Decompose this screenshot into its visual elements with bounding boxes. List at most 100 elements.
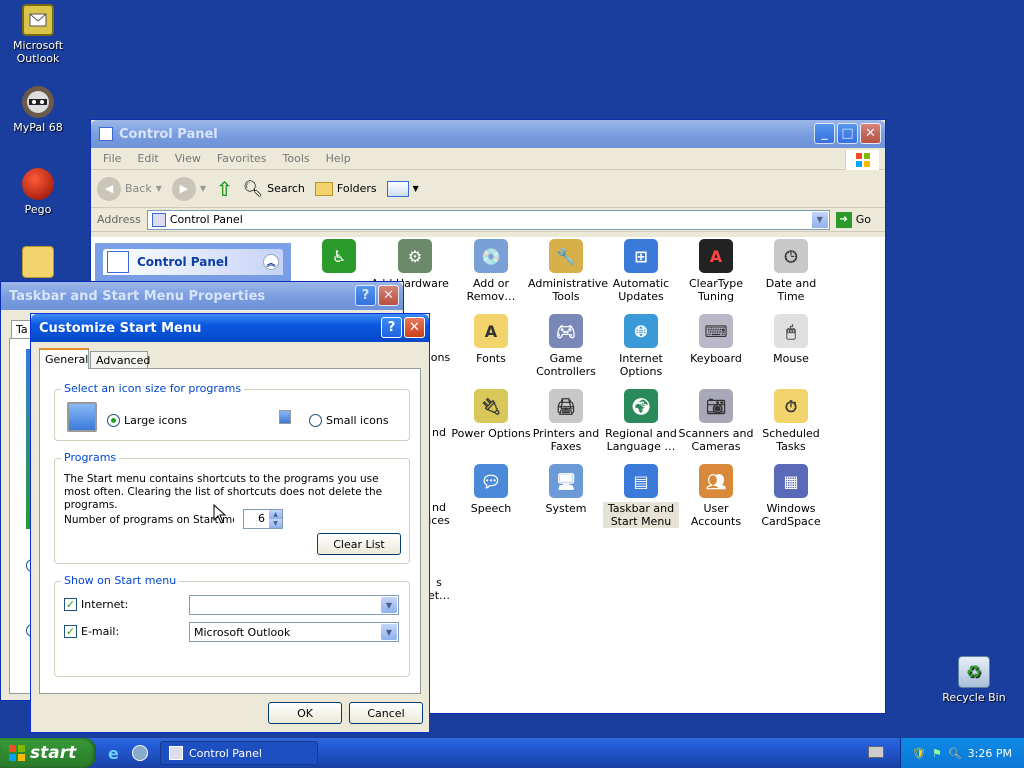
- cp-item-internet-options[interactable]: 🌐︎ Internet Options: [603, 314, 679, 378]
- task-control-panel[interactable]: Control Panel: [160, 741, 318, 765]
- large-icons-radio[interactable]: Large icons: [107, 414, 187, 427]
- desktop-icon-pego[interactable]: Pego: [0, 168, 76, 216]
- cp-item-label: Administrative Tools: [528, 277, 609, 303]
- cp-item-date-time[interactable]: 🕒︎ Date and Time: [753, 239, 829, 303]
- cp-item-regional-language[interactable]: 🌍︎ Regional and Language …: [603, 389, 679, 453]
- help-button[interactable]: ?: [355, 285, 376, 306]
- cp-item-game-controllers[interactable]: 🎮︎ Game Controllers: [528, 314, 604, 378]
- search-button[interactable]: 🔍︎ Search: [243, 179, 305, 198]
- help-button[interactable]: ?: [381, 317, 402, 338]
- cp-item-fonts[interactable]: A Fonts: [453, 314, 529, 365]
- start-button[interactable]: start: [0, 738, 96, 768]
- customize-titlebar[interactable]: Customize Start Menu ? ✕: [31, 314, 429, 342]
- tab-advanced[interactable]: Advanced: [90, 351, 150, 369]
- close-button[interactable]: ✕: [860, 123, 881, 144]
- radio-selected: [107, 414, 120, 427]
- cp-item-user-accounts[interactable]: 👥︎ User Accounts: [678, 464, 754, 528]
- menu-help[interactable]: Help: [318, 152, 359, 165]
- quicklaunch-ie-icon[interactable]: e: [108, 744, 126, 763]
- quicklaunch-app-icon[interactable]: [132, 745, 148, 761]
- clear-list-button[interactable]: Clear List: [317, 533, 401, 555]
- desktop-icon-partial[interactable]: [0, 246, 76, 281]
- cp-item-cleartype[interactable]: A ClearType Tuning: [678, 239, 754, 303]
- cancel-button[interactable]: Cancel: [349, 702, 423, 724]
- admin-tools-icon: 🔧: [549, 239, 583, 273]
- users-icon: 👥︎: [699, 464, 733, 498]
- desktop-icon-mypal[interactable]: MyPal 68: [0, 86, 76, 134]
- speech-icon: 💬︎: [474, 464, 508, 498]
- menu-file[interactable]: File: [95, 152, 129, 165]
- windows-logo-icon: [845, 150, 879, 170]
- cp-item-printers-faxes[interactable]: 🖨︎ Printers and Faxes: [528, 389, 604, 453]
- cp-item-scanners-cameras[interactable]: 📷︎ Scanners and Cameras: [678, 389, 754, 453]
- address-dropdown-button[interactable]: ▼: [811, 211, 828, 228]
- sidebar-header[interactable]: Control Panel ︽: [103, 249, 283, 275]
- spinner-down-button[interactable]: ▼: [269, 519, 282, 528]
- clock[interactable]: 3:26 PM: [968, 747, 1012, 760]
- ok-button[interactable]: OK: [268, 702, 342, 724]
- forward-button[interactable]: ▶ ▼: [171, 176, 207, 201]
- tab-general[interactable]: General: [39, 348, 89, 369]
- menu-tools[interactable]: Tools: [275, 152, 318, 165]
- chevron-down-icon: ▼: [155, 184, 162, 193]
- cp-item-system[interactable]: 🖥︎ System: [528, 464, 604, 515]
- network-icon[interactable]: ⚑: [932, 747, 942, 760]
- maximize-button[interactable]: □: [837, 123, 858, 144]
- menu-edit[interactable]: Edit: [129, 152, 166, 165]
- control-panel-titlebar[interactable]: Control Panel _ □ ✕: [91, 120, 885, 148]
- keyboard-tray-icon[interactable]: [868, 746, 884, 758]
- folders-button[interactable]: Folders: [314, 181, 377, 196]
- chevron-down-icon: ▼: [199, 184, 207, 193]
- cp-item-scheduled-tasks[interactable]: ⏱︎ Scheduled Tasks: [753, 389, 829, 453]
- internet-checkbox[interactable]: ✓ Internet:: [64, 598, 128, 611]
- desktop-icon-outlook[interactable]: Microsoft Outlook: [0, 4, 76, 65]
- control-panel-icon: [107, 251, 129, 273]
- cp-item-add-remove[interactable]: 💿 Add or Remov…: [453, 239, 529, 303]
- go-button[interactable]: ➜ Go: [835, 211, 885, 228]
- cp-item-mouse[interactable]: 🖱︎ Mouse: [753, 314, 829, 365]
- small-monitor-icon: [279, 410, 291, 424]
- num-programs-spinner[interactable]: 6 ▲ ▼: [243, 509, 283, 529]
- spinner-value: 6: [258, 512, 265, 525]
- sidebar-title: Control Panel: [137, 255, 229, 269]
- desktop-icon-recycle-bin[interactable]: ♻ Recycle Bin: [936, 656, 1012, 704]
- chevron-down-icon: ▼: [381, 624, 397, 640]
- cp-item-power-options[interactable]: 🔌︎ Power Options: [451, 389, 531, 440]
- security-shield-icon[interactable]: 🛡︎: [912, 747, 926, 760]
- icon-size-group: Select an icon size for programs Large i…: [54, 382, 410, 441]
- mouse-icon: 🖱︎: [774, 314, 808, 348]
- checkbox-label: E-mail:: [81, 625, 120, 638]
- address-input[interactable]: Control Panel ▼: [146, 209, 830, 230]
- email-checkbox[interactable]: ✓ E-mail:: [64, 625, 119, 638]
- large-monitor-icon: [67, 402, 97, 432]
- control-panel-window-icon: [99, 127, 113, 141]
- taskbar-properties-titlebar[interactable]: Taskbar and Start Menu Properties ? ✕: [1, 282, 403, 310]
- close-button[interactable]: ✕: [378, 285, 399, 306]
- close-button[interactable]: ✕: [404, 317, 425, 338]
- back-button[interactable]: ◀ Back ▼: [97, 176, 162, 201]
- menu-favorites[interactable]: Favorites: [209, 152, 275, 165]
- cp-item-speech[interactable]: 💬︎ Speech: [453, 464, 529, 515]
- collapse-icon[interactable]: ︽: [263, 254, 279, 270]
- small-icons-radio[interactable]: Small icons: [309, 414, 389, 427]
- up-button[interactable]: ⇧: [216, 177, 233, 201]
- task-label: Control Panel: [189, 746, 262, 760]
- menu-view[interactable]: View: [167, 152, 209, 165]
- minimize-button[interactable]: _: [814, 123, 835, 144]
- desktop-icon-label: Recycle Bin: [942, 691, 1006, 704]
- tab-panel: Select an icon size for programs Large i…: [39, 368, 421, 694]
- search-tray-icon[interactable]: 🔍︎: [948, 747, 962, 760]
- spinner-up-button[interactable]: ▲: [269, 510, 282, 519]
- cp-item-label: Printers and Faxes: [532, 427, 600, 453]
- cp-item-accessibility[interactable]: ♿: [301, 239, 377, 277]
- cp-item-auto-updates[interactable]: ⊞ Automatic Updates: [603, 239, 679, 303]
- window-title: Taskbar and Start Menu Properties: [9, 288, 266, 304]
- email-dropdown[interactable]: Microsoft Outlook ▼: [189, 622, 399, 642]
- cp-item-admin-tools[interactable]: 🔧 Administrative Tools: [528, 239, 609, 303]
- checkbox-label: Internet:: [81, 598, 129, 611]
- cp-item-taskbar-start-menu[interactable]: ▤ Taskbar and Start Menu: [603, 464, 679, 528]
- cp-item-cardspace[interactable]: ▦ Windows CardSpace: [753, 464, 829, 528]
- internet-dropdown[interactable]: ▼: [189, 595, 399, 615]
- cp-item-keyboard[interactable]: ⌨ Keyboard: [678, 314, 754, 365]
- views-button[interactable]: ▼: [386, 180, 419, 197]
